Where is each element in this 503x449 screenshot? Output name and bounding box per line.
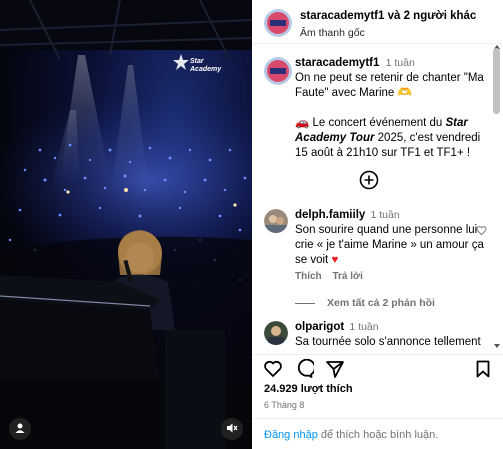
post-author[interactable]: staracademytf1 và 2 người khác xyxy=(300,10,476,22)
mute-button[interactable] xyxy=(221,418,243,440)
heart-icon xyxy=(263,359,283,382)
comment-time[interactable]: 1 tuần xyxy=(371,209,400,221)
load-more-comments-button[interactable] xyxy=(359,170,379,190)
comment-body: olparigot 1 tuần Sa tournée solo s'annon… xyxy=(295,320,485,350)
comment-username[interactable]: delph.famiily xyxy=(295,209,365,221)
svg-text:Star: Star xyxy=(190,58,205,65)
avatar[interactable] xyxy=(264,57,292,85)
caption-text: staracademytf1 1 tuần On ne peut se rete… xyxy=(295,56,489,161)
comment-actions: Thích Trả lời xyxy=(295,271,371,282)
scrollbar-thumb[interactable] xyxy=(493,48,500,114)
comment-time[interactable]: 1 tuần xyxy=(349,321,378,333)
comment-text: Sa tournée solo s'annonce tellement xyxy=(295,336,481,348)
speaker-muted-icon xyxy=(226,422,238,437)
comment-bubble-icon xyxy=(294,358,316,382)
post-header: staracademytf1 và 2 người khác Âm thanh … xyxy=(252,0,503,44)
comment-button[interactable] xyxy=(293,358,316,382)
post-actions xyxy=(252,354,503,382)
likes-count[interactable]: 24.929 lượt thích xyxy=(264,383,353,395)
heart-icon[interactable] xyxy=(476,225,487,236)
like-comment-link[interactable]: Thích xyxy=(295,271,322,282)
view-replies-button[interactable]: Xem tất cả 2 phản hồi xyxy=(295,297,435,309)
divider xyxy=(295,302,315,304)
star-academy-logo: Star Academy xyxy=(173,52,225,78)
share-button[interactable] xyxy=(324,359,346,381)
caption-time[interactable]: 1 tuần xyxy=(386,57,415,69)
collaborators-link[interactable]: và 2 người khác xyxy=(388,10,477,22)
car-emoji: 🚗 xyxy=(295,117,310,129)
login-prompt: Đăng nhập để thích hoặc bình luận. xyxy=(252,418,503,449)
login-link[interactable]: Đăng nhập xyxy=(264,429,318,441)
scroll-down-arrow[interactable] xyxy=(494,344,500,348)
post-panel: staracademytf1 và 2 người khác Âm thanh … xyxy=(252,0,503,449)
red-heart-emoji: ♥ xyxy=(331,254,339,266)
bookmark-icon xyxy=(473,359,493,382)
audio-label[interactable]: Âm thanh gốc xyxy=(300,27,365,39)
tagged-users-button[interactable] xyxy=(9,418,31,440)
comment-text: Son sourire quand une personne lui crie … xyxy=(295,224,484,266)
caption-line-2: 🚗 Le concert événement du Star Academy T… xyxy=(295,117,481,159)
plus-circle-icon xyxy=(359,170,379,193)
avatar[interactable] xyxy=(264,321,288,345)
avatar[interactable] xyxy=(264,9,292,37)
save-button[interactable] xyxy=(472,359,494,381)
comment-body: delph.famiily 1 tuần Son sourire quand u… xyxy=(295,208,485,268)
like-button[interactable] xyxy=(262,359,284,381)
svg-text:Academy: Academy xyxy=(189,66,222,73)
paper-plane-icon xyxy=(325,359,345,382)
comment-username[interactable]: olparigot xyxy=(295,321,344,333)
reply-link[interactable]: Trả lời xyxy=(332,271,362,282)
comments-scroll-area[interactable]: staracademytf1 1 tuần On ne peut se rete… xyxy=(252,45,503,350)
post-date[interactable]: 6 Tháng 8 xyxy=(264,400,304,410)
avatar[interactable] xyxy=(264,209,288,233)
caption-line-1: On ne peut se retenir de chanter "Ma Fau… xyxy=(295,72,484,99)
video-player[interactable]: Star Academy xyxy=(0,0,252,449)
user-icon xyxy=(14,422,26,437)
caption-username[interactable]: staracademytf1 xyxy=(295,57,379,69)
